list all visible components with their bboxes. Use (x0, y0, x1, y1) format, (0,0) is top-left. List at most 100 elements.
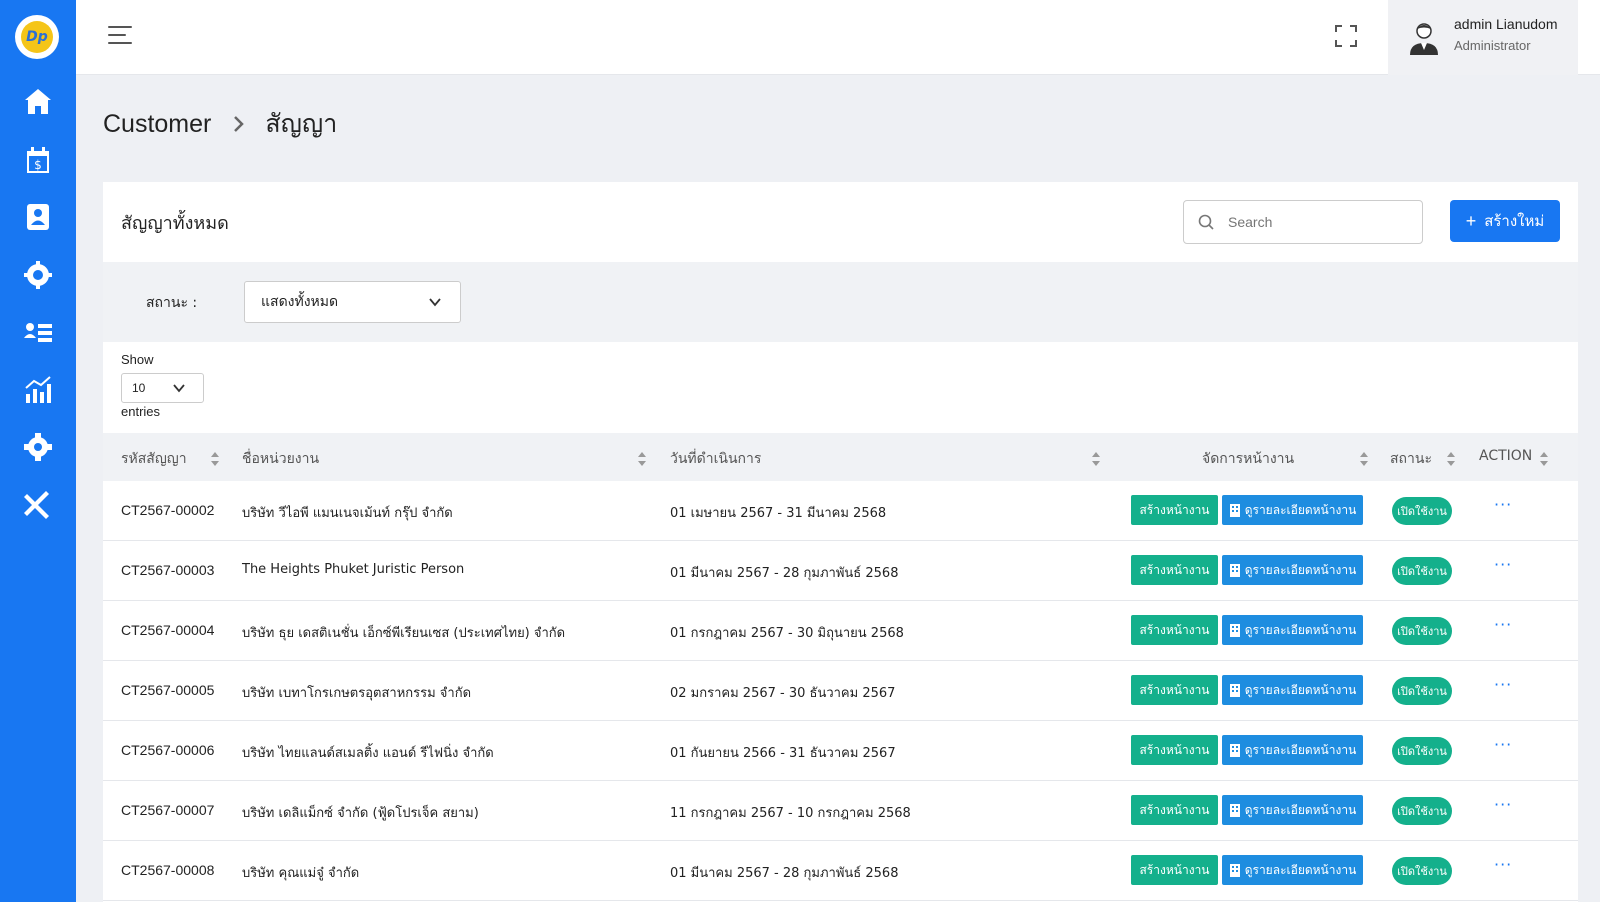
chart-icon[interactable] (18, 370, 58, 410)
create-site-button[interactable]: สร้างหน้างาน (1131, 495, 1218, 525)
fullscreen-icon[interactable] (1335, 25, 1357, 47)
column-header-name[interactable]: ชื่อหน่วยงาน (242, 448, 319, 470)
organization-name: The Heights Phuket Juristic Person (242, 562, 465, 577)
breadcrumb-parent[interactable]: Customer (103, 110, 211, 139)
building-icon (1229, 684, 1240, 697)
sort-icon[interactable] (211, 452, 219, 466)
contract-code: CT2567-00003 (121, 562, 215, 578)
entries-label: entries (121, 404, 161, 419)
organization-name: บริษัท ธุย เดสติเนชั่น เอ็กซ์พีเรียนเซส … (242, 626, 566, 641)
sort-icon[interactable] (638, 452, 646, 466)
building-icon (1229, 504, 1240, 517)
view-site-detail-button[interactable]: ดูรายละเอียดหน้างาน (1222, 495, 1363, 525)
organization-name: บริษัท คุณแม่จู๋ จำกัด (242, 866, 360, 881)
search-icon (1198, 214, 1214, 230)
operation-date: 01 กรกฎาคม 2567 - 30 มิถุนายน 2568 (670, 626, 904, 641)
svg-text:$: $ (34, 158, 42, 172)
organization-name: บริษัท ไทยแลนด์สเมลติ้ง แอนด์ รีไฟนิ่ง จ… (242, 746, 494, 761)
view-site-detail-button[interactable]: ดูรายละเอียดหน้างาน (1222, 675, 1363, 705)
sort-icon[interactable] (1360, 452, 1368, 466)
more-actions-icon[interactable]: ··· (1494, 495, 1512, 514)
create-site-button[interactable]: สร้างหน้างาน (1131, 555, 1218, 585)
view-site-detail-button[interactable]: ดูรายละเอียดหน้างาน (1222, 615, 1363, 645)
calendar-dollar-icon[interactable]: $ (18, 140, 58, 180)
menu-toggle-icon[interactable] (108, 26, 132, 46)
chevron-down-icon (429, 298, 441, 307)
sort-icon[interactable] (1540, 452, 1548, 466)
table-row: CT2567-00007 บริษัท เดลิแม็กซ์ จำกัด (ฟู… (103, 781, 1578, 841)
sort-icon[interactable] (1092, 452, 1100, 466)
tools-icon[interactable] (18, 485, 58, 525)
contract-code: CT2567-00002 (121, 502, 215, 518)
more-actions-icon[interactable]: ··· (1494, 675, 1512, 694)
user-list-icon[interactable] (18, 312, 58, 352)
user-name: admin Lianudom (1454, 16, 1558, 32)
more-actions-icon[interactable]: ··· (1494, 795, 1512, 814)
page-size-select[interactable]: 10 (121, 373, 204, 403)
status-badge: เปิดใช้งาน (1392, 797, 1452, 825)
view-site-detail-label: ดูรายละเอียดหน้างาน (1244, 802, 1357, 817)
status-filter-value: แสดงทั้งหมด (261, 294, 339, 310)
gear-icon[interactable] (18, 427, 58, 467)
building-icon (1229, 564, 1240, 577)
view-site-detail-label: ดูรายละเอียดหน้างาน (1244, 622, 1357, 637)
status-filter-label: สถานะ : (146, 295, 198, 311)
create-new-label: สร้างใหม่ (1484, 213, 1545, 230)
organization-name: บริษัท เบทาโกรเกษตรอุตสาหกรรม จำกัด (242, 686, 472, 701)
status-badge: เปิดใช้งาน (1392, 737, 1452, 765)
view-site-detail-label: ดูรายละเอียดหน้างาน (1244, 682, 1357, 697)
more-actions-icon[interactable]: ··· (1494, 555, 1512, 574)
create-site-button[interactable]: สร้างหน้างาน (1131, 795, 1218, 825)
more-actions-icon[interactable]: ··· (1494, 615, 1512, 634)
plus-icon: + (1465, 210, 1477, 231)
more-actions-icon[interactable]: ··· (1494, 735, 1512, 754)
create-site-button[interactable]: สร้างหน้างาน (1131, 735, 1218, 765)
status-badge: เปิดใช้งาน (1392, 497, 1452, 525)
app-logo[interactable]: Dp (15, 15, 59, 59)
status-filter-select[interactable]: แสดงทั้งหมด (244, 281, 461, 323)
search-input[interactable] (1228, 214, 1408, 230)
create-new-button[interactable]: + สร้างใหม่ (1450, 200, 1560, 242)
contract-code: CT2567-00008 (121, 862, 215, 878)
building-icon (1229, 804, 1240, 817)
sort-icon[interactable] (1447, 452, 1455, 466)
view-site-detail-label: ดูรายละเอียดหน้างาน (1244, 742, 1357, 757)
column-header-status[interactable]: สถานะ (1390, 448, 1432, 470)
team-gear-icon[interactable] (18, 255, 58, 295)
view-site-detail-label: ดูรายละเอียดหน้างาน (1244, 502, 1357, 517)
home-icon[interactable] (18, 82, 58, 122)
table-row: CT2567-00006 บริษัท ไทยแลนด์สเมลติ้ง แอน… (103, 721, 1578, 781)
create-site-button[interactable]: สร้างหน้างาน (1131, 615, 1218, 645)
breadcrumb-current: สัญญา (265, 110, 338, 138)
create-site-button[interactable]: สร้างหน้างาน (1131, 675, 1218, 705)
table-body: CT2567-00002 บริษัท วีไอพี แมนเนจเม้นท์ … (103, 481, 1578, 901)
contact-book-icon[interactable] (18, 197, 58, 237)
column-header-manage[interactable]: จัดการหน้างาน (1202, 448, 1294, 470)
table-row: CT2567-00005 บริษัท เบทาโกรเกษตรอุตสาหกร… (103, 661, 1578, 721)
status-badge: เปิดใช้งาน (1392, 617, 1452, 645)
organization-name: บริษัท เดลิแม็กซ์ จำกัด (ฟู้ดโปรเจ็ค สยา… (242, 806, 479, 821)
status-badge: เปิดใช้งาน (1392, 857, 1452, 885)
view-site-detail-button[interactable]: ดูรายละเอียดหน้างาน (1222, 795, 1363, 825)
building-icon (1229, 864, 1240, 877)
view-site-detail-button[interactable]: ดูรายละเอียดหน้างาน (1222, 555, 1363, 585)
table-row: CT2567-00004 บริษัท ธุย เดสติเนชั่น เอ็ก… (103, 601, 1578, 661)
user-menu[interactable]: admin Lianudom Administrator (1388, 0, 1578, 75)
column-header-date[interactable]: วันที่ดำเนินการ (670, 448, 761, 470)
contracts-table: รหัสสัญญา ชื่อหน่วยงาน วันที่ดำเนินการ จ… (103, 433, 1578, 901)
show-label: Show (121, 352, 154, 367)
table-row: CT2567-00008 บริษัท คุณแม่จู๋ จำกัด 01 ม… (103, 841, 1578, 901)
view-site-detail-button[interactable]: ดูรายละเอียดหน้างาน (1222, 735, 1363, 765)
operation-date: 01 มีนาคม 2567 - 28 กุมภาพันธ์ 2568 (670, 866, 899, 881)
more-actions-icon[interactable]: ··· (1494, 855, 1512, 874)
search-box[interactable] (1183, 200, 1423, 244)
create-site-button[interactable]: สร้างหน้างาน (1131, 855, 1218, 885)
page-size-value: 10 (132, 381, 146, 395)
chevron-down-icon (173, 384, 185, 393)
table-row: CT2567-00003 The Heights Phuket Juristic… (103, 541, 1578, 601)
operation-date: 01 มีนาคม 2567 - 28 กุมภาพันธ์ 2568 (670, 566, 899, 581)
view-site-detail-button[interactable]: ดูรายละเอียดหน้างาน (1222, 855, 1363, 885)
column-header-code[interactable]: รหัสสัญญา (121, 448, 187, 470)
contracts-card: สัญญาทั้งหมด + สร้างใหม่ สถานะ : แสดงทั้… (103, 182, 1578, 902)
column-header-action[interactable]: ACTION (1479, 448, 1532, 464)
